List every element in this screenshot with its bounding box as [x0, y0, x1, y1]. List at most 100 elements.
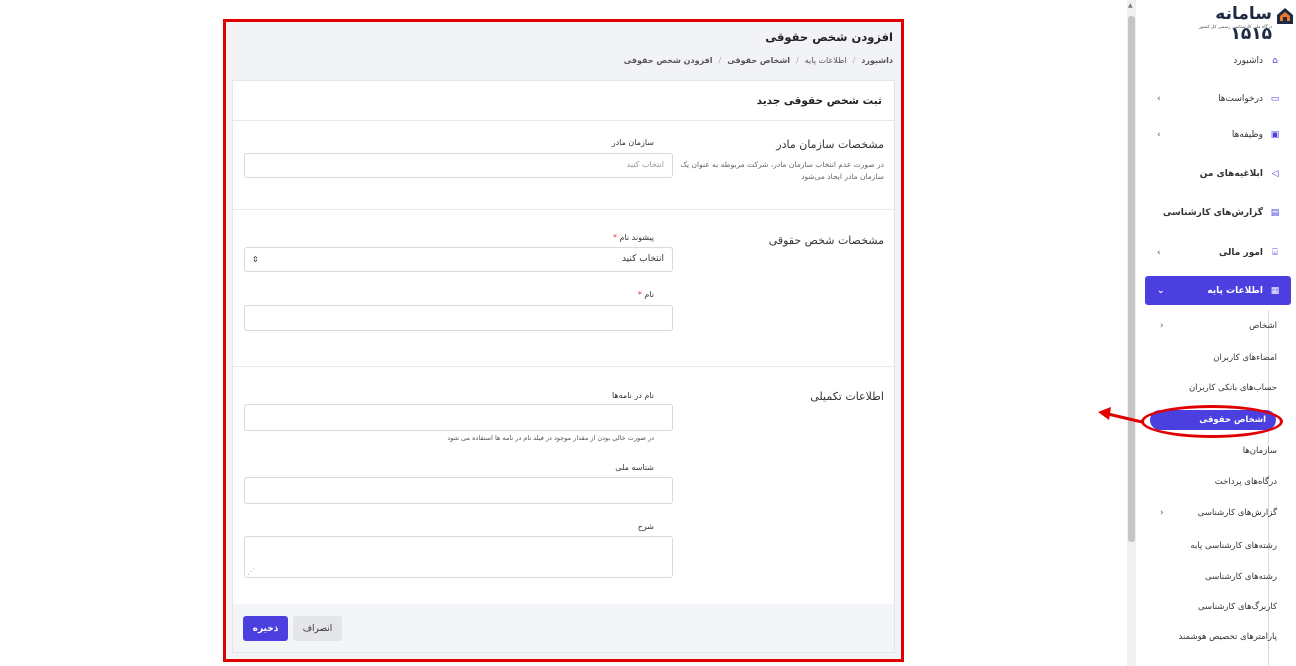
sidebar-item-label: داشبورد	[1233, 56, 1263, 66]
database-icon: ▦	[1270, 285, 1280, 296]
sub-item-payment-gateways[interactable]: درگاه‌های پرداخت	[1149, 472, 1277, 492]
national-id-input[interactable]	[244, 477, 673, 504]
breadcrumb-separator: /	[718, 56, 722, 65]
highlight-ellipse	[1141, 405, 1283, 438]
breadcrumb-separator: /	[852, 56, 856, 65]
sidebar-item-label: گزارش‌های کارشناسی	[1162, 208, 1263, 218]
sidebar-item-tasks[interactable]: ▣ وظیفه‌ها ›	[1145, 121, 1291, 149]
select-updown-icon: ⇕	[252, 255, 259, 264]
house-logo-icon	[1277, 8, 1293, 24]
sub-item-persons[interactable]: اشخاص ›	[1149, 316, 1277, 336]
parent-org-label: سازمان مادر	[611, 138, 654, 147]
chevron-left-icon: ›	[1157, 130, 1161, 140]
sub-item-user-signatures[interactable]: امضاءهای کاربران	[1149, 348, 1277, 368]
home-icon: ⌂	[1272, 56, 1278, 66]
red-arrow-icon	[1098, 407, 1143, 424]
name-prefix-label-text: پیشوند نام	[619, 233, 655, 242]
form-card: ثبت شخص حقوقی جدید مشخصات سازمان مادر در…	[232, 80, 895, 653]
sidebar-item-dashboard[interactable]: ⌂ داشبورد	[1145, 47, 1291, 75]
parent-org-section-title: مشخصات سازمان مادر	[776, 138, 884, 151]
breadcrumb-separator: /	[796, 56, 799, 65]
national-id-label: شناسه ملی	[615, 463, 654, 472]
parent-org-section: مشخصات سازمان مادر در صورت عدم انتخاب سا…	[233, 121, 894, 210]
breadcrumb: داشبورد / اطلاعات پایه / اشخاص حقوقی / ا…	[624, 56, 893, 65]
brand-tagline: درگاه ملی کارشناسی رسمی کل کشور	[1198, 25, 1272, 30]
sub-item-label: سازمان‌ها	[1242, 446, 1277, 456]
extra-info-section: اطلاعات تکمیلی نام در نامه‌ها در صورت خا…	[233, 367, 894, 609]
form-card-title: ثبت شخص حقوقی جدید	[233, 81, 894, 121]
required-mark: *	[612, 233, 617, 242]
chevron-left-icon: ›	[1157, 94, 1161, 104]
sub-item-user-bank-accounts[interactable]: حساب‌های بانکی کاربران	[1149, 378, 1277, 398]
form-actions-bar: ذخیره انصراف	[233, 604, 894, 652]
letter-name-hint: در صورت خالی بودن از مقدار موجود در فیلد…	[447, 434, 654, 442]
description-label: شرح	[637, 522, 654, 531]
sidebar-item-label: درخواست‌ها	[1218, 94, 1263, 104]
inbox-icon: ▭	[1270, 94, 1280, 104]
scroll-up-arrow-icon[interactable]: ▲	[1128, 2, 1133, 9]
chevron-left-icon: ›	[1160, 508, 1164, 518]
required-mark: *	[637, 290, 642, 299]
sub-item-label: درگاه‌های پرداخت	[1214, 477, 1277, 487]
extra-info-section-title: اطلاعات تکمیلی	[810, 390, 884, 403]
sidebar-item-label: امور مالی	[1218, 248, 1263, 258]
chevron-left-icon: ›	[1157, 248, 1161, 258]
sidebar-item-label: وظیفه‌ها	[1231, 130, 1263, 140]
resize-handle-icon[interactable]: ⋰	[247, 568, 256, 576]
brand-logo[interactable]: سامانه ۱۵۱۵ درگاه ملی کارشناسی رسمی کل ک…	[1174, 4, 1294, 44]
sub-item-expertise-fields[interactable]: رشته‌های کارشناسی	[1149, 567, 1277, 587]
page-title: افزودن شخص حقوقی	[765, 30, 893, 44]
sub-item-label: کاربرگ‌های کارشناسی	[1197, 602, 1277, 612]
sub-item-smart-allocation-params[interactable]: پارامترهای تخصیص هوشمند	[1149, 627, 1278, 647]
parent-org-section-description: در صورت عدم انتخاب سازمان مادر، شرکت مرب…	[680, 160, 884, 181]
name-prefix-label: پیشوند نام *	[613, 233, 654, 242]
sidebar-item-label: ابلاغیه‌های من	[1199, 169, 1263, 179]
sidebar-item-my-notices[interactable]: ◁ ابلاغیه‌های من	[1145, 160, 1291, 188]
sub-item-label: امضاءهای کاربران	[1213, 353, 1277, 363]
sub-item-label: رشته‌های کارشناسی	[1204, 572, 1277, 582]
scrollbar-thumb[interactable]	[1128, 16, 1135, 542]
sidebar-item-label: اطلاعات پایه	[1207, 285, 1263, 296]
name-input[interactable]	[244, 305, 673, 331]
breadcrumb-legal-persons[interactable]: اشخاص حقوقی	[727, 56, 790, 65]
name-prefix-value: انتخاب کنید	[621, 254, 664, 264]
name-prefix-select[interactable]: انتخاب کنید ⇕	[244, 247, 673, 272]
brand-name: سامانه ۱۵۱۵	[1215, 4, 1272, 44]
megaphone-icon: ◁	[1271, 169, 1279, 179]
chevron-left-icon: ›	[1160, 321, 1164, 331]
sub-item-label: حساب‌های بانکی کاربران	[1188, 383, 1277, 393]
description-textarea[interactable]: ⋰	[244, 536, 673, 578]
main-content-frame: افزودن شخص حقوقی داشبورد / اطلاعات پایه …	[223, 19, 904, 662]
sidebar-item-finance[interactable]: ⌸ امور مالی ›	[1145, 239, 1291, 267]
sub-item-label: رشته‌های کارشناسی پایه	[1190, 541, 1277, 551]
breadcrumb-base-info[interactable]: اطلاعات پایه	[805, 56, 847, 65]
sub-item-label: پارامترهای تخصیص هوشمند	[1178, 632, 1278, 642]
legal-person-section-title: مشخصات شخص حقوقی	[768, 234, 884, 247]
sub-item-label: گزارش‌های کارشناسی	[1197, 508, 1277, 518]
letter-name-input[interactable]	[244, 404, 673, 431]
sub-item-expert-reports[interactable]: گزارش‌های کارشناسی ›	[1149, 503, 1277, 523]
sidebar-item-expert-reports[interactable]: ▤ گزارش‌های کارشناسی	[1145, 199, 1291, 227]
sub-item-base-expertise-fields[interactable]: رشته‌های کارشناسی پایه	[1149, 536, 1277, 556]
parent-org-placeholder: انتخاب کنید	[626, 160, 664, 169]
clipboard-icon: ▣	[1270, 130, 1280, 140]
save-button[interactable]: ذخیره	[243, 616, 288, 641]
breadcrumb-dashboard[interactable]: داشبورد	[861, 56, 893, 65]
sub-item-expert-worksheets[interactable]: کاربرگ‌های کارشناسی	[1149, 597, 1277, 617]
name-label-text: نام	[644, 290, 654, 299]
sidebar-item-base-info[interactable]: ▦ اطلاعات پایه ⌄	[1145, 276, 1291, 305]
sub-item-organizations[interactable]: سازمان‌ها	[1149, 441, 1277, 461]
chart-icon: ▤	[1270, 208, 1280, 218]
parent-org-select[interactable]: انتخاب کنید	[244, 153, 673, 178]
cancel-button[interactable]: انصراف	[293, 616, 342, 641]
legal-person-section: مشخصات شخص حقوقی پیشوند نام * انتخاب کنی…	[233, 210, 894, 367]
sub-item-label: اشخاص	[1249, 321, 1277, 331]
chevron-down-icon: ⌄	[1157, 285, 1165, 296]
page-scrollbar[interactable]: ▲	[1127, 0, 1136, 666]
letter-name-label: نام در نامه‌ها	[611, 391, 654, 400]
page-header: افزودن شخص حقوقی داشبورد / اطلاعات پایه …	[624, 30, 893, 65]
breadcrumb-current: افزودن شخص حقوقی	[623, 56, 713, 65]
bank-icon: ⌸	[1272, 248, 1278, 258]
sidebar-item-requests[interactable]: ▭ درخواست‌ها ›	[1145, 85, 1291, 113]
name-label: نام *	[638, 290, 654, 299]
